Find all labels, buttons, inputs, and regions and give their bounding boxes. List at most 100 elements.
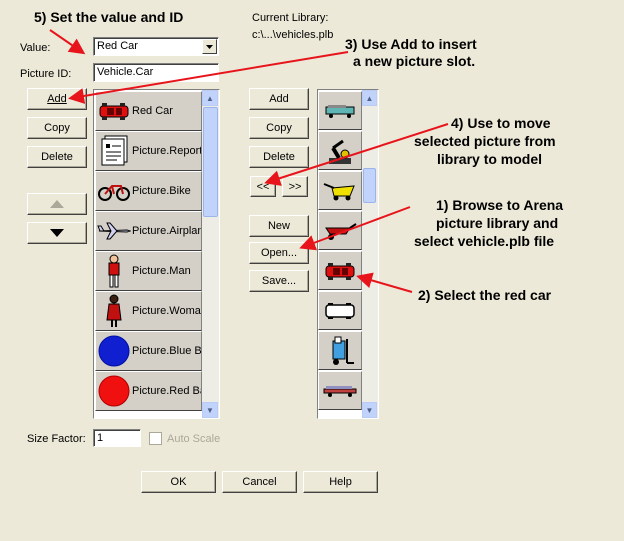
library-copy-button[interactable]: Copy (249, 117, 309, 139)
move-to-model-label: << (256, 180, 270, 193)
library-picture-item[interactable] (318, 371, 362, 410)
model-picture-item[interactable]: Red Car (95, 91, 202, 131)
value-label: Value: (20, 42, 51, 54)
model-delete-button[interactable]: Delete (27, 146, 87, 168)
library-list-scrollbar[interactable]: ▲ ▼ (362, 90, 378, 418)
scroll-thumb[interactable] (203, 107, 218, 217)
scroll-down-icon[interactable]: ▼ (362, 402, 377, 418)
white-van-icon (324, 302, 356, 320)
arrow-down-icon (50, 229, 64, 237)
arrow-step5 (49, 29, 86, 55)
library-open-button-label: Open... (260, 247, 298, 259)
picture-id-input[interactable]: Vehicle.Car (93, 63, 219, 82)
red-car-icon (96, 93, 132, 129)
model-picture-name: Picture.Bike (132, 185, 191, 197)
model-picture-name: Picture.Airplane (132, 225, 202, 237)
model-picture-item[interactable]: Picture.Report (95, 131, 202, 171)
truck-icon (322, 103, 358, 119)
model-add-button-label: Add (47, 93, 67, 105)
annotation-step5: 5) Set the value and ID (34, 9, 184, 25)
help-button[interactable]: Help (303, 471, 378, 493)
red-ball-icon (96, 373, 132, 409)
model-picture-item[interactable]: Picture.Woman (95, 291, 202, 331)
ok-button[interactable]: OK (141, 471, 216, 493)
model-add-button[interactable]: Add (27, 88, 87, 110)
man-icon (96, 253, 132, 289)
annotation-step4-line1: 4) Use to move (451, 115, 551, 131)
library-open-button[interactable]: Open... (249, 242, 309, 264)
library-picture-item[interactable] (318, 251, 362, 290)
library-picture-item[interactable] (318, 291, 362, 330)
value-dropdown[interactable]: Red Car (93, 37, 219, 56)
woman-icon (96, 293, 132, 329)
library-add-button-label: Add (269, 93, 289, 105)
model-picture-item[interactable]: Picture.Blue Ball (95, 331, 202, 371)
library-save-button[interactable]: Save... (249, 270, 309, 292)
value-dropdown-text: Red Car (97, 40, 138, 52)
annotation-step1-line2: picture library and (436, 215, 559, 231)
library-add-button[interactable]: Add (249, 88, 309, 110)
model-picture-item[interactable]: Picture.Man (95, 251, 202, 291)
help-button-label: Help (329, 476, 352, 488)
current-library-label: Current Library: (252, 12, 329, 24)
model-picture-item[interactable]: Picture.Red Ball (95, 371, 202, 411)
airplane-icon (96, 213, 132, 249)
annotation-step3-line1: 3) Use Add to insert (345, 36, 477, 52)
flatbed-icon (322, 384, 358, 398)
model-list-scrollbar[interactable]: ▲ ▼ (202, 90, 219, 418)
library-copy-button-label: Copy (266, 122, 292, 134)
move-to-model-button[interactable]: << (250, 176, 276, 197)
model-picture-name: Picture.Report (132, 145, 202, 157)
scroll-thumb[interactable] (363, 168, 376, 203)
red-car-icon (324, 262, 356, 280)
library-new-button[interactable]: New (249, 215, 309, 237)
library-new-button-label: New (267, 220, 290, 232)
library-picture-item[interactable] (318, 211, 362, 250)
move-up-button[interactable] (27, 193, 87, 215)
annotation-step4-line2: selected picture from (414, 133, 556, 149)
bike-icon (96, 173, 132, 209)
model-picture-list[interactable]: Red Car Picture.Report Picture.Bike Picture… (93, 89, 220, 419)
cancel-button-label: Cancel (242, 476, 277, 488)
model-copy-button-label: Copy (44, 122, 70, 134)
model-picture-item[interactable]: Picture.Bike (95, 171, 202, 211)
annotation-step2: 2) Select the red car (418, 287, 552, 303)
annotation-step1-line3: select vehicle.plb file (414, 233, 555, 249)
move-to-library-button[interactable]: >> (282, 176, 308, 197)
model-picture-name: Picture.Red Ball (132, 385, 201, 397)
library-picture-list[interactable]: ▲ ▼ (317, 89, 379, 419)
arrow-up-icon (50, 200, 64, 208)
auto-scale-checkbox[interactable] (149, 432, 162, 445)
library-delete-button-label: Delete (263, 151, 295, 163)
library-picture-item[interactable] (318, 131, 362, 170)
library-save-button-label: Save... (261, 275, 297, 287)
blue-ball-icon (96, 333, 132, 369)
library-picture-item[interactable] (318, 91, 362, 130)
library-picture-item[interactable] (318, 171, 362, 210)
scroll-up-icon[interactable]: ▲ (362, 90, 377, 106)
scroll-down-icon[interactable]: ▼ (202, 402, 218, 418)
library-delete-button[interactable]: Delete (249, 146, 309, 168)
robot-arm-icon (323, 136, 357, 166)
annotation-step4-line3: library to model (437, 151, 543, 167)
model-picture-name: Picture.Woman (132, 305, 202, 317)
library-picture-item[interactable] (318, 331, 362, 370)
cancel-button[interactable]: Cancel (222, 471, 297, 493)
move-down-button[interactable] (27, 222, 87, 244)
ok-button-label: OK (170, 476, 187, 488)
model-picture-item[interactable]: Picture.Airplane (95, 211, 202, 251)
red-wheelbarrow-icon (322, 220, 358, 242)
size-factor-input[interactable]: 1 (93, 429, 141, 447)
model-copy-button[interactable]: Copy (27, 117, 87, 139)
scroll-up-icon[interactable]: ▲ (202, 90, 218, 106)
auto-scale-label: Auto Scale (167, 433, 221, 445)
yellow-cart-icon (322, 180, 358, 202)
move-to-library-label: >> (288, 180, 302, 193)
model-picture-name: Red Car (132, 105, 173, 117)
chevron-down-icon[interactable] (202, 39, 217, 54)
model-picture-name: Picture.Blue Ball (132, 345, 202, 357)
current-library-path: c:\...\vehicles.plb (252, 29, 334, 41)
annotation-step1-line1: 1) Browse to Arena (436, 197, 564, 213)
model-picture-name: Picture.Man (132, 265, 191, 277)
annotation-step3-line2: a new picture slot. (353, 53, 476, 69)
